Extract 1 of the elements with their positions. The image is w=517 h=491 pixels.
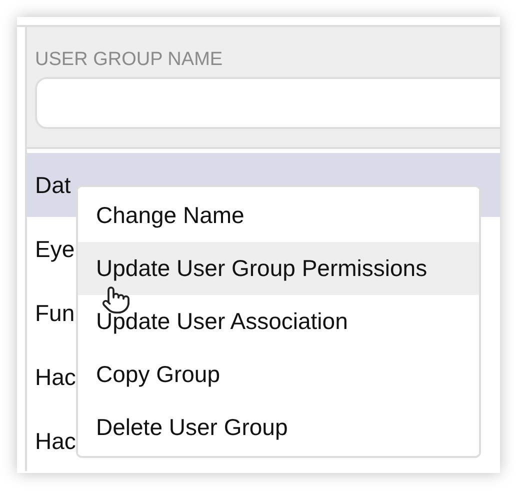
field-label: USER GROUP NAME bbox=[35, 48, 224, 72]
